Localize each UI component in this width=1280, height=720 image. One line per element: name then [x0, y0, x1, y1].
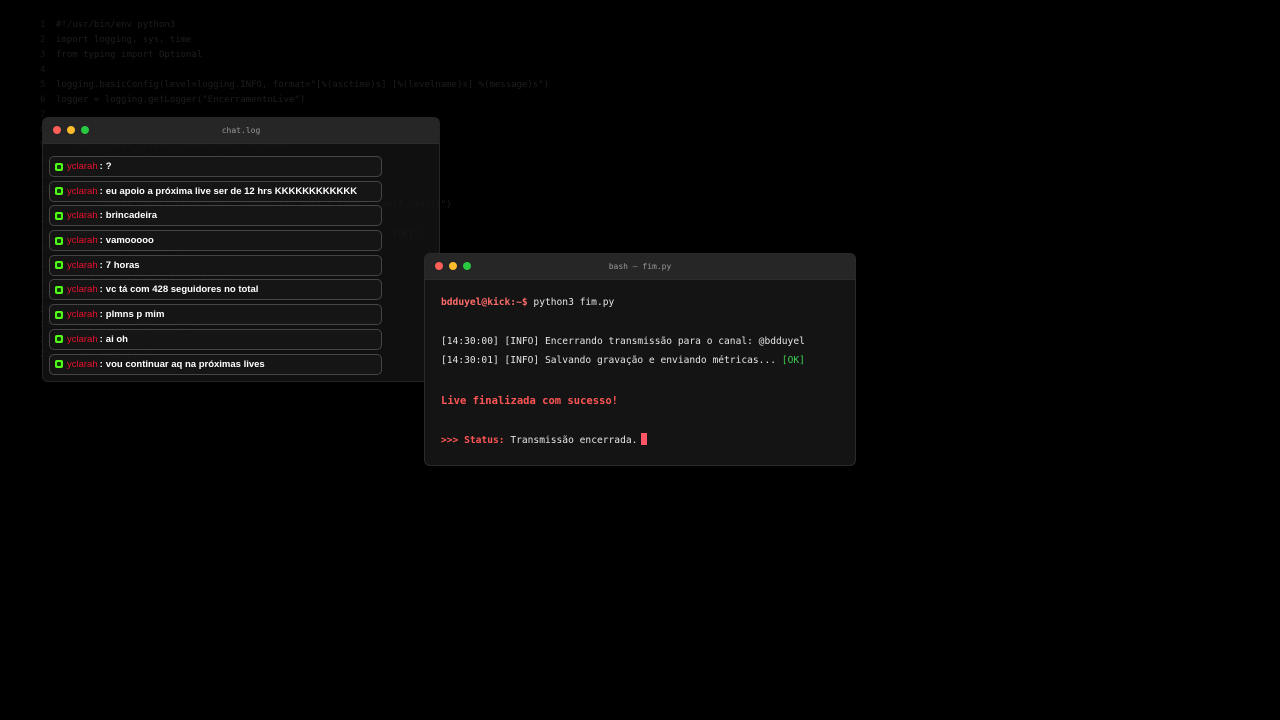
code-text: #!/usr/bin/env python3 — [56, 20, 176, 30]
chat-titlebar: chat.log — [43, 118, 439, 144]
log-line-2-text: [14:30:01] [INFO] Salvando gravação e en… — [441, 355, 777, 366]
code-line: 5 logging.basicConfig(level=logging.INFO,… — [40, 78, 940, 93]
chat-text: vamooooo — [105, 235, 154, 247]
code-text: import logging, sys, time — [56, 35, 192, 45]
chat-text: vou continuar aq na próximas lives — [105, 358, 265, 370]
chat-username[interactable]: yclarah — [67, 161, 98, 172]
chat-message: yclarah: vou continuar aq na próximas liv… — [49, 353, 382, 375]
command-line: bdduyel@kick:~$ python3 fim.py — [441, 296, 614, 310]
chat-message: yclarah: plmns p mim — [49, 304, 382, 326]
kick-badge-icon — [55, 261, 63, 270]
chat-message-list: yclarah:? yclarah: eu apoio a próxima live… — [49, 156, 382, 378]
chat-message: yclarah: ai oh — [49, 328, 382, 350]
chat-text: brincadeira — [105, 210, 158, 222]
chat-text: ai oh — [105, 333, 128, 345]
chat-username[interactable]: yclarah — [67, 186, 98, 197]
chat-text: 7 horas — [105, 259, 140, 271]
chat-username[interactable]: yclarah — [67, 309, 98, 320]
chat-window: chat.log yclarah:? yclarah: eu apoio a pró… — [42, 117, 440, 382]
chat-separator: : — [99, 284, 103, 296]
code-line: 3 from typing import Optional — [40, 48, 940, 63]
chat-username[interactable]: yclarah — [67, 334, 98, 345]
code-line: 6 logger = logging.getLogger("Encerrament… — [40, 93, 940, 108]
chat-separator: : — [99, 333, 103, 345]
text-cursor — [641, 433, 648, 445]
ok-badge: [OK] — [781, 355, 805, 366]
code-text: logging.basicConfig(level=logging.INFO, … — [56, 80, 550, 90]
chat-text: eu apoio a próxima live ser de 12 hrs KK… — [105, 185, 358, 197]
chat-username[interactable]: yclarah — [67, 235, 98, 246]
kick-badge-icon — [55, 236, 63, 245]
chat-message: yclarah: brincadeira — [49, 205, 382, 227]
status-text: Transmissão encerrada. — [510, 435, 638, 446]
chat-username[interactable]: yclarah — [67, 210, 98, 221]
line-number: 4 — [40, 65, 46, 75]
kick-badge-icon — [55, 335, 63, 344]
chat-message: yclarah: vamooooo — [49, 230, 382, 252]
terminal-window: bash — fim.py bdduyel@kick:~$ python3 fi… — [424, 253, 856, 466]
chat-text: plmns p mim — [105, 309, 165, 321]
kick-badge-icon — [55, 310, 63, 319]
chat-message: yclarah: eu apoio a próxima live ser de 1… — [49, 180, 382, 202]
line-number: 2 — [40, 35, 46, 45]
terminal-output[interactable]: bdduyel@kick:~$ python3 fim.py [14:30:00… — [441, 292, 845, 446]
chat-username[interactable]: yclarah — [67, 284, 98, 295]
chat-separator: : — [99, 358, 103, 370]
chat-message: yclarah:7 horas — [49, 254, 382, 276]
chat-separator: : — [99, 235, 103, 247]
chat-message: yclarah: vc tá com 428 seguidores no tota… — [49, 279, 382, 301]
log-line-2: [14:30:01] [INFO] Salvando gravação e en… — [441, 354, 805, 368]
kick-badge-icon — [55, 360, 63, 368]
chat-text: ? — [105, 161, 112, 172]
chat-username[interactable]: yclarah — [67, 359, 98, 370]
log-line-1: [14:30:00] [INFO] Encerrando transmissão… — [441, 336, 805, 347]
line-number: 3 — [40, 50, 46, 60]
kick-badge-icon — [55, 285, 63, 294]
terminal-titlebar: bash — fim.py — [425, 254, 855, 280]
success-message: Live finalizada com sucesso! — [441, 395, 619, 407]
kick-badge-icon — [55, 211, 63, 220]
chat-separator: : — [99, 210, 103, 222]
chat-separator: : — [99, 259, 103, 271]
chat-title: chat.log — [221, 126, 261, 135]
code-line: 4 — [40, 63, 940, 78]
shell-prompt: bdduyel@kick:~$ — [441, 297, 528, 308]
code-line: 2 import logging, sys, time — [40, 33, 940, 48]
code-line: 1 #!/usr/bin/env python3 — [40, 18, 940, 33]
chat-separator: : — [99, 185, 103, 197]
chat-separator: : — [99, 309, 103, 321]
chat-message: yclarah:? — [49, 156, 382, 177]
kick-badge-icon — [55, 187, 63, 196]
terminal-title: bash — fim.py — [608, 262, 672, 271]
code-text: from typing import Optional — [56, 50, 203, 60]
kick-badge-icon — [55, 162, 63, 171]
line-number: 6 — [40, 95, 46, 105]
status-line: >>> Status: Transmissão encerrada. — [441, 433, 648, 447]
chat-separator: : — [99, 161, 103, 172]
status-label: >>> Status: — [441, 435, 505, 446]
chat-text: vc tá com 428 seguidores no total — [105, 284, 259, 296]
shell-command: python3 fim.py — [533, 297, 615, 308]
chat-username[interactable]: yclarah — [67, 260, 98, 271]
line-number: 5 — [40, 80, 46, 90]
line-number: 1 — [40, 20, 46, 30]
code-text: logger = logging.getLogger("Encerramento… — [56, 95, 306, 105]
